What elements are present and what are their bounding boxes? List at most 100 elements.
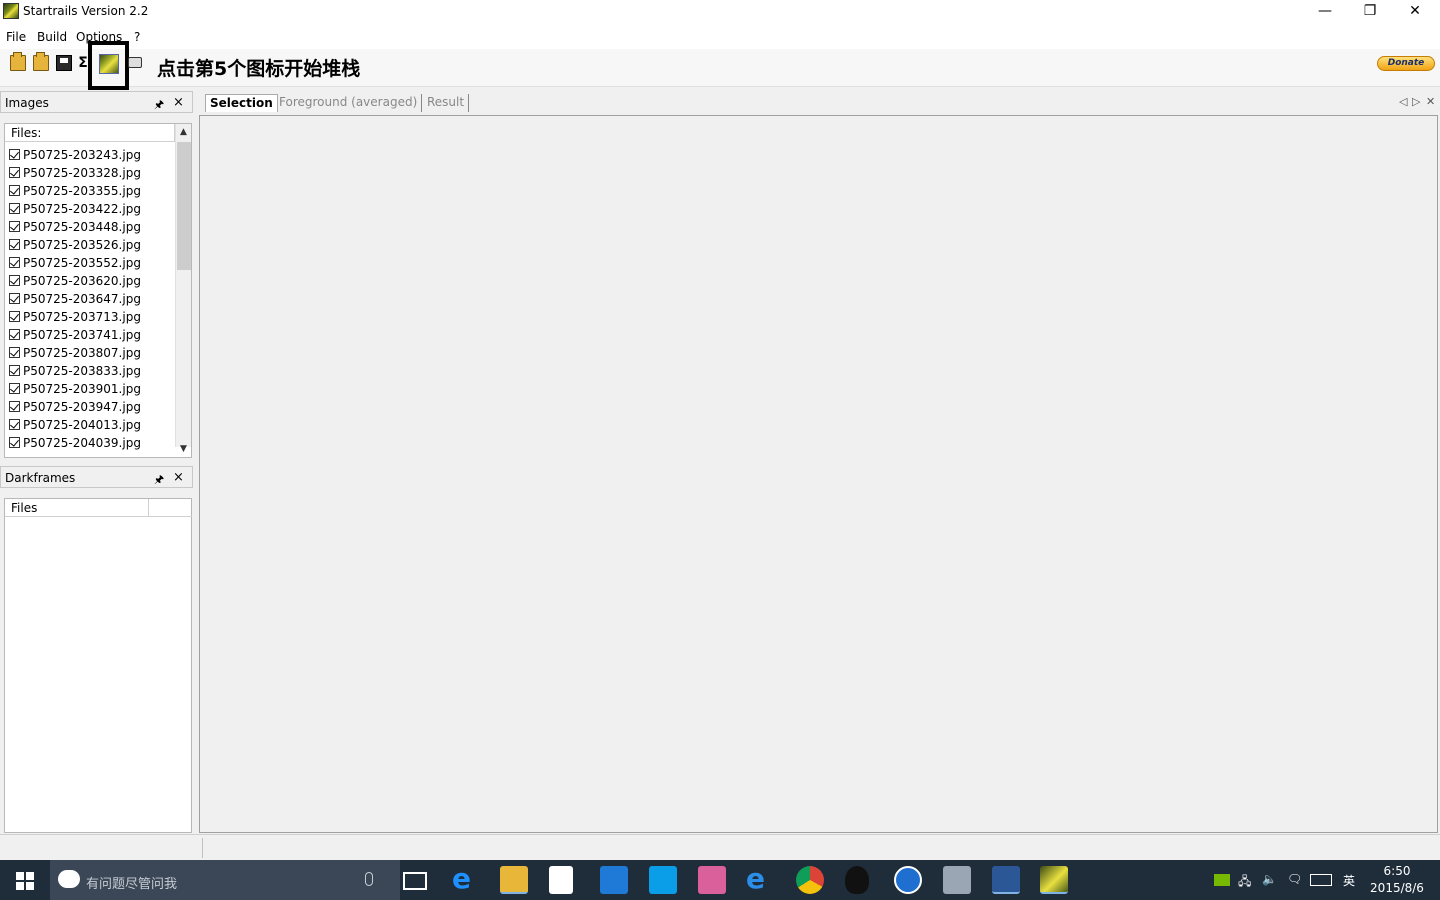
tab-selection[interactable]: Selection <box>205 94 278 112</box>
close-button[interactable]: ✕ <box>1392 0 1438 23</box>
files-scrollbar[interactable]: ▲ ▼ <box>175 124 191 454</box>
menu-help[interactable]: ? <box>134 30 140 44</box>
build-startrails-icon[interactable] <box>99 54 119 74</box>
chrome-icon[interactable] <box>796 866 824 894</box>
notification-icon[interactable]: 🗨 <box>1287 872 1302 886</box>
media-app-icon[interactable] <box>698 866 726 894</box>
file-checkbox[interactable] <box>9 347 20 358</box>
donate-button[interactable]: Donate <box>1377 56 1435 71</box>
cortana-search-box[interactable]: 有问题尽管问我 <box>50 860 400 900</box>
file-list-item[interactable]: P50725-204013.jpg <box>9 418 141 436</box>
file-checkbox[interactable] <box>9 401 20 412</box>
file-checkbox[interactable] <box>9 311 20 322</box>
file-checkbox[interactable] <box>9 275 20 286</box>
file-name: P50725-203807.jpg <box>23 346 141 360</box>
internet-explorer-icon[interactable]: e <box>746 865 774 894</box>
file-name: P50725-203647.jpg <box>23 292 141 306</box>
darkframes-column-header-2[interactable] <box>149 499 192 517</box>
taskbar-clock[interactable]: 6:50 2015/8/6 <box>1368 863 1426 897</box>
file-name: P50725-204039.jpg <box>23 436 141 450</box>
tab-foreground-averaged[interactable]: Foreground (averaged) <box>275 94 423 112</box>
file-checkbox[interactable] <box>9 167 20 178</box>
word-icon[interactable] <box>992 866 1020 894</box>
file-list-item[interactable]: P50725-203355.jpg <box>9 184 141 202</box>
file-list-item[interactable]: P50725-203833.jpg <box>9 364 141 382</box>
task-view-icon[interactable] <box>403 872 427 890</box>
cortana-icon <box>58 870 80 888</box>
menu-build[interactable]: Build <box>37 30 67 44</box>
scroll-down-icon[interactable]: ▼ <box>180 444 187 454</box>
image-viewer-icon[interactable] <box>943 866 971 894</box>
images-file-list[interactable]: Files: P50725-203243.jpg P50725-203328.jp… <box>4 123 192 458</box>
video-icon[interactable] <box>128 57 142 68</box>
file-name: P50725-203833.jpg <box>23 364 141 378</box>
file-checkbox[interactable] <box>9 239 20 250</box>
file-list-item[interactable]: P50725-203647.jpg <box>9 292 141 310</box>
file-list-item[interactable]: P50725-203243.jpg <box>9 148 141 166</box>
file-list-item[interactable]: P50725-203448.jpg <box>9 220 141 238</box>
files-column-header[interactable]: Files: <box>5 124 175 142</box>
file-list-item[interactable]: P50725-203901.jpg <box>9 382 141 400</box>
file-name: P50725-203552.jpg <box>23 256 141 270</box>
input-language[interactable]: 英 <box>1343 872 1355 889</box>
tab-scroll-right-icon[interactable]: ▷ <box>1412 95 1420 108</box>
file-checkbox[interactable] <box>9 185 20 196</box>
file-list-item[interactable]: P50725-203526.jpg <box>9 238 141 256</box>
view-tabs: Selection Foreground (averaged) Result ◁… <box>199 91 1440 115</box>
kugou-icon[interactable] <box>894 866 922 894</box>
tab-scroll-left-icon[interactable]: ◁ <box>1399 95 1407 108</box>
darkframes-file-list[interactable]: Files <box>4 498 192 833</box>
network-icon[interactable]: 🖧 <box>1238 872 1251 893</box>
startrails-taskbar-icon[interactable] <box>1040 866 1068 894</box>
edge-browser-icon[interactable]: e <box>452 865 480 894</box>
scrollbar-thumb[interactable] <box>177 142 191 270</box>
file-list-item[interactable]: P50725-203328.jpg <box>9 166 141 184</box>
file-checkbox[interactable] <box>9 203 20 214</box>
sigma-icon[interactable]: Σ <box>78 55 88 71</box>
tab-result[interactable]: Result <box>423 94 470 112</box>
close-icon[interactable]: × <box>173 470 184 485</box>
file-list-item[interactable]: P50725-203741.jpg <box>9 328 141 346</box>
image-view-area[interactable] <box>199 115 1438 833</box>
darkframes-pane-title: Darkframes <box>5 471 76 485</box>
file-checkbox[interactable] <box>9 437 20 448</box>
pin-icon[interactable]: 🖈 <box>154 96 164 115</box>
menu-file[interactable]: File <box>6 30 26 44</box>
store-icon[interactable] <box>549 866 573 894</box>
qq-icon[interactable] <box>845 866 869 894</box>
open-darkframes-icon[interactable] <box>33 52 49 71</box>
file-checkbox[interactable] <box>9 365 20 376</box>
restore-button[interactable]: ❐ <box>1347 0 1393 23</box>
file-checkbox[interactable] <box>9 383 20 394</box>
file-checkbox[interactable] <box>9 293 20 304</box>
file-checkbox[interactable] <box>9 221 20 232</box>
file-list-item[interactable]: P50725-203713.jpg <box>9 310 141 328</box>
open-images-icon[interactable] <box>10 52 26 71</box>
file-checkbox[interactable] <box>9 257 20 268</box>
file-explorer-icon[interactable] <box>500 866 528 894</box>
file-checkbox[interactable] <box>9 329 20 340</box>
microphone-icon[interactable] <box>365 872 373 886</box>
pin-icon[interactable]: 🖈 <box>154 471 164 490</box>
nvidia-tray-icon[interactable] <box>1214 874 1230 886</box>
qq-browser-icon[interactable] <box>649 866 677 894</box>
settings-icon[interactable] <box>600 866 628 894</box>
file-list-item[interactable]: P50725-203620.jpg <box>9 274 141 292</box>
file-list-item[interactable]: P50725-203807.jpg <box>9 346 141 364</box>
file-list-item[interactable]: P50725-203422.jpg <box>9 202 141 220</box>
scroll-up-icon[interactable]: ▲ <box>180 127 187 137</box>
save-icon[interactable] <box>56 55 72 71</box>
file-list-item[interactable]: P50725-203947.jpg <box>9 400 141 418</box>
volume-icon[interactable]: 🔈 <box>1262 872 1277 886</box>
file-list-item[interactable]: P50725-204039.jpg <box>9 436 141 454</box>
minimize-button[interactable]: — <box>1302 0 1348 23</box>
darkframes-column-header[interactable]: Files <box>5 499 149 517</box>
instruction-text: 点击第5个图标开始堆栈 <box>157 58 361 80</box>
file-checkbox[interactable] <box>9 419 20 430</box>
windows-start-icon[interactable] <box>16 872 34 890</box>
file-checkbox[interactable] <box>9 149 20 160</box>
file-list-item[interactable]: P50725-203552.jpg <box>9 256 141 274</box>
keyboard-icon[interactable] <box>1310 874 1332 886</box>
tab-close-icon[interactable]: ✕ <box>1426 95 1435 108</box>
close-icon[interactable]: × <box>173 95 184 110</box>
